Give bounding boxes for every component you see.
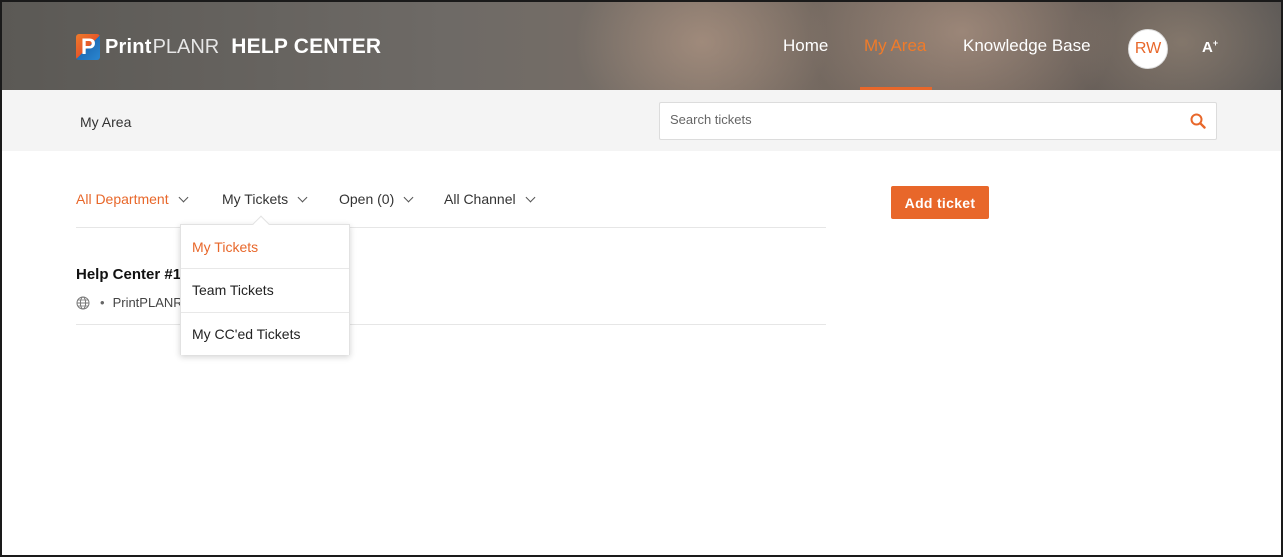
- chevron-down-icon: [525, 192, 536, 202]
- ticket-title[interactable]: Help Center #1: [76, 266, 181, 283]
- filter-channel[interactable]: All Channel: [444, 191, 536, 207]
- printplanr-logo-icon: P: [76, 34, 100, 60]
- separator-dot: •: [100, 295, 105, 310]
- avatar[interactable]: RW: [1128, 29, 1168, 69]
- logo-planr-text: PLANR: [152, 35, 220, 58]
- chevron-down-icon: [297, 192, 308, 202]
- filter-department-label: All Department: [76, 191, 169, 207]
- search-icon[interactable]: [1190, 113, 1206, 129]
- header: P Print PLANR HELP CENTER Home My Area K…: [2, 2, 1281, 90]
- logo-help-center-text: HELP CENTER: [231, 35, 382, 58]
- font-size-icon[interactable]: A+: [1202, 38, 1218, 56]
- logo[interactable]: P Print PLANR HELP CENTER: [76, 34, 381, 60]
- tickets-dropdown-menu: My Tickets Team Tickets My CC'ed Tickets: [180, 215, 350, 355]
- dropdown-item-my-tickets[interactable]: My Tickets: [181, 225, 349, 268]
- app-frame: P Print PLANR HELP CENTER Home My Area K…: [0, 0, 1283, 557]
- ticket-source: PrintPLANR: [112, 295, 183, 310]
- ticket-meta: • PrintPLANR: [76, 295, 183, 310]
- add-ticket-button[interactable]: Add ticket: [891, 186, 989, 219]
- logo-print-text: Print: [105, 35, 152, 58]
- nav-my-area[interactable]: My Area: [864, 36, 926, 56]
- filter-channel-label: All Channel: [444, 191, 516, 207]
- dropdown-item-team-tickets[interactable]: Team Tickets: [181, 268, 349, 311]
- breadcrumb: My Area: [80, 114, 132, 130]
- chevron-down-icon: [403, 192, 414, 202]
- filter-tickets-label: My Tickets: [222, 191, 289, 207]
- nav-home[interactable]: Home: [783, 36, 828, 56]
- filter-status-label: Open (0): [339, 191, 395, 207]
- search-box: [659, 102, 1217, 140]
- filter-tickets[interactable]: My Tickets: [222, 191, 308, 207]
- filter-department[interactable]: All Department: [76, 191, 189, 207]
- nav-knowledge-base[interactable]: Knowledge Base: [963, 36, 1091, 56]
- filter-status[interactable]: Open (0): [339, 191, 414, 207]
- globe-icon: [76, 296, 90, 309]
- chevron-down-icon: [178, 192, 189, 202]
- dropdown-item-my-cced-tickets[interactable]: My CC'ed Tickets: [181, 312, 349, 355]
- search-input[interactable]: [670, 112, 1170, 127]
- subheader-bar: My Area: [2, 90, 1281, 151]
